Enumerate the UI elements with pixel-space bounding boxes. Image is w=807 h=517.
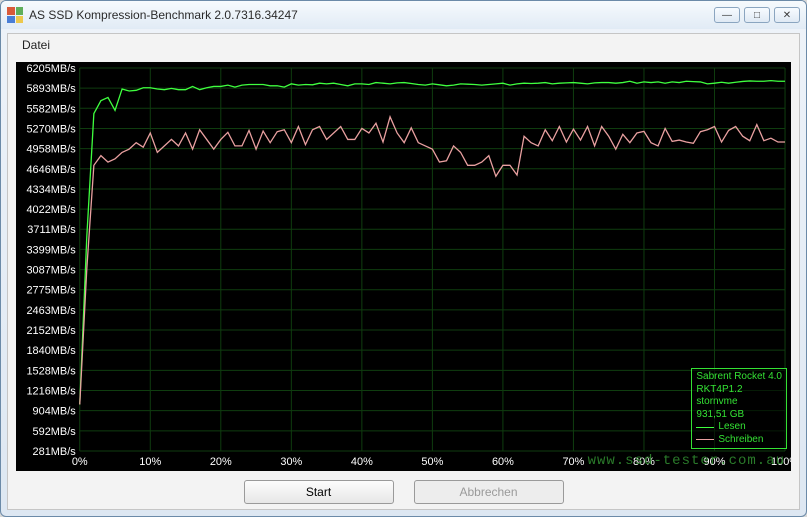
svg-text:30%: 30% bbox=[280, 456, 302, 468]
legend-read-row: Lesen bbox=[696, 421, 782, 434]
svg-text:0%: 0% bbox=[72, 456, 88, 468]
legend-box: Sabrent Rocket 4.0 RKT4P1.2 stornvme 931… bbox=[691, 368, 787, 449]
svg-text:4646MB/s: 4646MB/s bbox=[26, 164, 76, 176]
app-window: AS SSD Kompression-Benchmark 2.0.7316.34… bbox=[0, 0, 807, 517]
titlebar[interactable]: AS SSD Kompression-Benchmark 2.0.7316.34… bbox=[1, 1, 806, 29]
legend-capacity: 931,51 GB bbox=[696, 409, 782, 422]
window-controls: — □ ✕ bbox=[714, 7, 800, 23]
svg-text:5270MB/s: 5270MB/s bbox=[26, 123, 76, 135]
svg-text:281MB/s: 281MB/s bbox=[33, 446, 77, 458]
legend-driver: stornvme bbox=[696, 396, 782, 409]
chart-area: 6205MB/s 5893MB/s 5582MB/s 5270MB/s 4958MB/s… bbox=[16, 62, 791, 471]
legend-read-label: Lesen bbox=[718, 421, 745, 434]
svg-text:1216MB/s: 1216MB/s bbox=[26, 385, 76, 397]
svg-text:20%: 20% bbox=[210, 456, 232, 468]
legend-device: Sabrent Rocket 4.0 bbox=[696, 371, 782, 384]
legend-read-swatch bbox=[696, 427, 714, 428]
legend-write-swatch bbox=[696, 439, 714, 440]
svg-text:4958MB/s: 4958MB/s bbox=[26, 144, 76, 156]
svg-text:1528MB/s: 1528MB/s bbox=[26, 365, 76, 377]
svg-text:1840MB/s: 1840MB/s bbox=[26, 345, 76, 357]
svg-text:80%: 80% bbox=[633, 456, 655, 468]
svg-text:592MB/s: 592MB/s bbox=[33, 426, 77, 438]
svg-text:5893MB/s: 5893MB/s bbox=[26, 83, 76, 95]
legend-write-row: Schreiben bbox=[696, 434, 782, 447]
svg-text:6205MB/s: 6205MB/s bbox=[26, 63, 76, 75]
svg-text:10%: 10% bbox=[139, 456, 161, 468]
legend-firmware: RKT4P1.2 bbox=[696, 384, 782, 397]
svg-text:2463MB/s: 2463MB/s bbox=[26, 305, 76, 317]
svg-text:60%: 60% bbox=[492, 456, 514, 468]
svg-text:3711MB/s: 3711MB/s bbox=[27, 224, 76, 236]
button-row: Start Abbrechen bbox=[8, 475, 799, 509]
legend-write-label: Schreiben bbox=[718, 434, 763, 447]
client-area: Datei 6205MB/s 5893MB/s 5582MB/s 5270MB/s 49… bbox=[7, 33, 800, 510]
svg-text:4022MB/s: 4022MB/s bbox=[26, 204, 76, 216]
cancel-button[interactable]: Abbrechen bbox=[414, 480, 564, 504]
svg-text:5582MB/s: 5582MB/s bbox=[26, 103, 76, 115]
svg-text:2775MB/s: 2775MB/s bbox=[26, 285, 76, 297]
svg-text:70%: 70% bbox=[562, 456, 584, 468]
svg-text:3399MB/s: 3399MB/s bbox=[26, 244, 76, 256]
svg-text:2152MB/s: 2152MB/s bbox=[26, 325, 76, 337]
start-button[interactable]: Start bbox=[244, 480, 394, 504]
svg-text:40%: 40% bbox=[351, 456, 373, 468]
menubar: Datei bbox=[8, 34, 799, 56]
svg-text:904MB/s: 904MB/s bbox=[33, 406, 77, 418]
svg-text:3087MB/s: 3087MB/s bbox=[26, 265, 76, 277]
close-button[interactable]: ✕ bbox=[774, 7, 800, 23]
svg-text:50%: 50% bbox=[421, 456, 443, 468]
minimize-button[interactable]: — bbox=[714, 7, 740, 23]
menu-file[interactable]: Datei bbox=[16, 36, 56, 54]
svg-text:90%: 90% bbox=[704, 456, 726, 468]
maximize-button[interactable]: □ bbox=[744, 7, 770, 23]
app-icon bbox=[7, 7, 23, 23]
window-title: AS SSD Kompression-Benchmark 2.0.7316.34… bbox=[29, 8, 714, 22]
svg-text:100%: 100% bbox=[771, 456, 791, 468]
compression-chart: 6205MB/s 5893MB/s 5582MB/s 5270MB/s 4958MB/s… bbox=[16, 62, 791, 471]
svg-text:4334MB/s: 4334MB/s bbox=[26, 184, 76, 196]
